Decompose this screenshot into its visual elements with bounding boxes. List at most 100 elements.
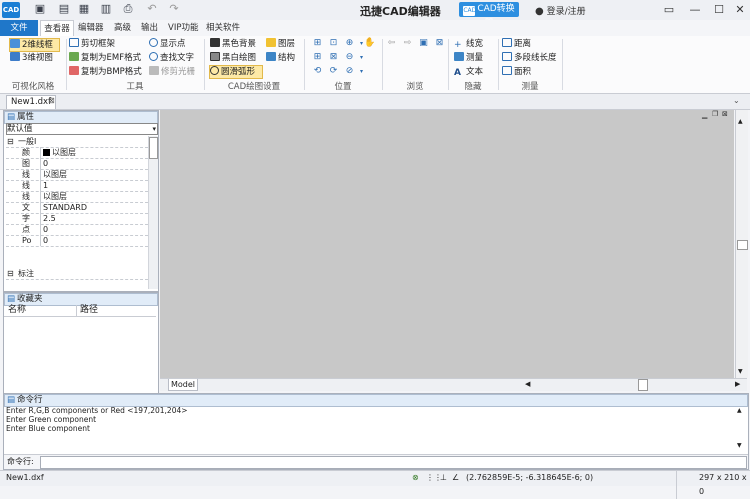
scroll-right-icon[interactable]: ▶ (735, 380, 740, 388)
title-bar: CAD ▣ ▤ ▦ ▥ ⎙ ↶ ↷ 迅捷CAD编辑器 CADCAD转换器 ● 登… (0, 0, 750, 29)
property-value[interactable]: 1 (40, 180, 48, 191)
menu-file[interactable]: 文件 (0, 20, 38, 36)
model-tab[interactable]: Model (168, 379, 198, 391)
property-value[interactable]: 0 (40, 224, 48, 235)
zoom-all-icon[interactable]: ⊠ (328, 52, 339, 63)
scroll-down-icon[interactable]: ▼ (737, 442, 742, 449)
raster-icon (149, 66, 159, 75)
orbit-icon[interactable]: ⟲ (312, 66, 323, 77)
menu-advanced[interactable]: 高级 (114, 20, 131, 36)
pan-hand-icon[interactable]: ✋ (364, 38, 375, 49)
smooth-arc-button[interactable]: 圆滑弧形 (209, 65, 263, 79)
property-value[interactable]: STANDARD (40, 202, 87, 213)
chevron-down-icon[interactable]: ▾ (356, 52, 367, 63)
close-browse-icon[interactable]: ⊠ (434, 38, 445, 49)
user-icon: ● (535, 6, 544, 17)
maximize-button[interactable]: ☐ (710, 2, 728, 17)
skin-icon[interactable]: ▭ (660, 2, 678, 17)
property-value[interactable]: 以图层 (40, 169, 67, 180)
polar-icon[interactable]: ∠ (452, 471, 459, 485)
hide-text-button[interactable]: A 文本 (454, 66, 483, 78)
save-icon[interactable]: ▦ (78, 3, 90, 15)
zoom-fit-icon[interactable]: ⊞ (312, 52, 323, 63)
copy-bmp-button[interactable]: 复制为BMP格式 (69, 66, 142, 78)
back-icon[interactable]: ⇦ (386, 38, 397, 49)
wireframe-2d-button[interactable]: 2维线框 (9, 38, 60, 52)
menu-vip[interactable]: VIP功能 (168, 20, 198, 36)
area-button[interactable]: 面积 (502, 66, 531, 78)
canvas-close-icon[interactable]: ⊠ (722, 110, 728, 118)
property-value[interactable]: 0 (40, 158, 48, 169)
scroll-thumb[interactable] (737, 240, 748, 250)
redo-icon[interactable]: ↷ (168, 3, 180, 15)
rotate-icon[interactable]: ⟳ (328, 66, 339, 77)
text-icon: A (454, 68, 461, 78)
menu-related-software[interactable]: 相关软件 (206, 20, 240, 36)
chevron-down-icon[interactable]: ▾ (356, 66, 367, 77)
properties-selector[interactable]: 默认值 ▾ (6, 123, 158, 135)
open-folder-icon[interactable]: ▣ (418, 38, 429, 49)
black-background-button[interactable]: 黑色背景 (210, 38, 256, 50)
canvas-vertical-scrollbar[interactable]: ▲ ▼ (735, 110, 748, 378)
scroll-thumb[interactable] (149, 137, 158, 159)
status-filename: New1.dxf (6, 473, 44, 482)
forward-icon[interactable]: ⇨ (402, 38, 413, 49)
zoom-previous-icon[interactable]: ⊘ (344, 66, 355, 77)
open-file-icon[interactable]: ▤ (58, 3, 70, 15)
scroll-up-icon[interactable]: ▲ (737, 407, 742, 414)
close-tab-icon[interactable]: ⊠ (48, 96, 55, 105)
menu-editor[interactable]: 编辑器 (78, 20, 104, 36)
property-value[interactable]: 0 (40, 235, 48, 246)
drawing-canvas[interactable]: ▁ ❐ ⊠ (160, 110, 734, 378)
property-group-dimension[interactable]: ⊟ 标注 (6, 268, 148, 280)
property-key: 文 (22, 203, 30, 212)
canvas-restore-icon[interactable]: ❐ (712, 110, 718, 118)
view-3d-button[interactable]: 3维视图 (10, 52, 53, 64)
property-value-text: 0 (43, 159, 49, 168)
find-text-button[interactable]: 查找文字 (149, 52, 194, 64)
zoom-extents-icon[interactable]: ⊡ (328, 38, 339, 49)
print-icon[interactable]: ⎙ (122, 3, 134, 15)
show-points-button[interactable]: 显示点 (149, 38, 186, 50)
menu-viewer[interactable]: 查看器 (40, 20, 74, 37)
clip-frame-button[interactable]: 剪切框架 (69, 38, 115, 50)
command-input[interactable] (40, 456, 747, 469)
new-file-icon[interactable]: ▣ (34, 3, 46, 15)
menu-output[interactable]: 输出 (141, 20, 158, 36)
hide-measure-button[interactable]: 测量 (454, 52, 483, 64)
status-coordinates: (2.762859E-5; -6.318645E-6; 0) (466, 473, 594, 482)
ortho-icon[interactable]: ⊥ (440, 471, 447, 485)
scroll-up-icon[interactable]: ▲ (738, 118, 743, 125)
snap-icon[interactable]: ⊗ (412, 471, 419, 485)
tab-list-icon[interactable]: ⌄ (733, 96, 740, 105)
close-button[interactable]: ✕ (731, 2, 749, 17)
canvas-minimize-icon[interactable]: ▁ (702, 111, 707, 119)
column-path[interactable]: 路径 (76, 305, 98, 316)
structure-button[interactable]: 结构 (266, 52, 295, 64)
undo-icon[interactable]: ↶ (146, 3, 158, 15)
status-drawing-size: 297 x 210 x 0 (676, 471, 750, 499)
scroll-thumb[interactable] (638, 379, 648, 391)
zoom-out-icon[interactable]: ⊖ (344, 52, 355, 63)
scroll-left-icon[interactable]: ◀ (525, 380, 530, 388)
save-as-icon[interactable]: ▥ (100, 3, 112, 15)
property-row[interactable]: Po 0 (6, 235, 148, 247)
minimize-button[interactable]: — (686, 2, 704, 17)
property-value[interactable]: 以图层 (40, 191, 67, 202)
polyline-length-button[interactable]: 多段线长度 (502, 52, 557, 64)
line-width-button[interactable]: + 线宽 (454, 38, 483, 50)
distance-button[interactable]: 距离 (502, 38, 531, 50)
copy-emf-button[interactable]: 复制为EMF格式 (69, 52, 141, 64)
property-value[interactable]: 2.5 (40, 213, 56, 224)
column-name[interactable]: 名称 (8, 305, 26, 316)
black-white-drawing-button[interactable]: 黑白绘图 (210, 52, 256, 64)
zoom-window-icon[interactable]: ⊞ (312, 38, 323, 49)
layers-button[interactable]: 图层 (266, 38, 295, 50)
cad-converter-button[interactable]: CADCAD转换器 (459, 2, 519, 29)
zoom-in-icon[interactable]: ⊕ (344, 38, 355, 49)
property-value[interactable]: 以图层 (40, 147, 76, 158)
trim-raster-button[interactable]: 修剪光栅 (149, 66, 195, 78)
property-value-text: 0 (43, 236, 49, 245)
login-link[interactable]: ● 登录/注册 (535, 4, 586, 17)
scroll-down-icon[interactable]: ▼ (738, 368, 743, 375)
